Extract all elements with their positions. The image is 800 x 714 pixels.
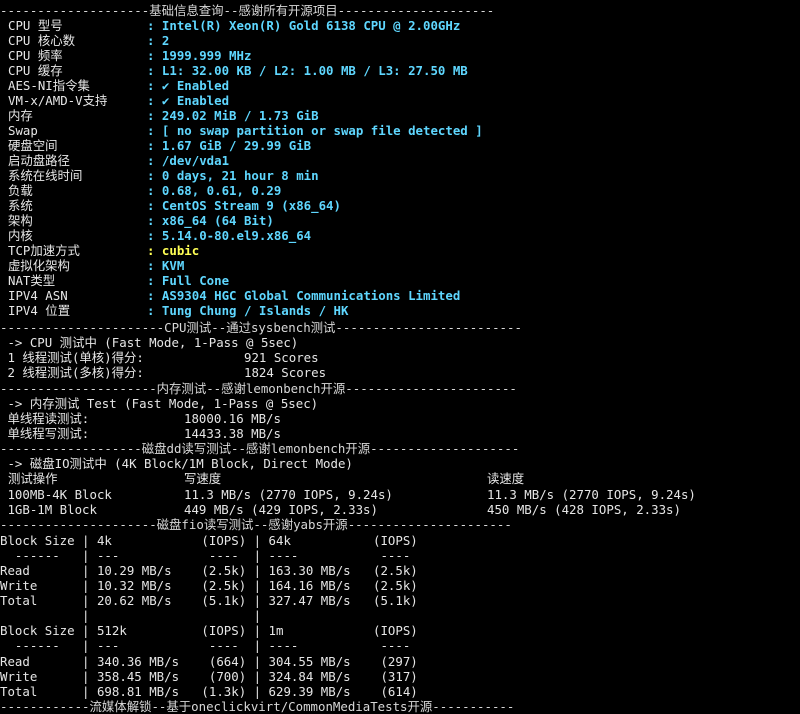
cpu-score-value: 1824 Scores	[244, 365, 327, 380]
info-label: 系统在线时间	[8, 168, 83, 183]
info-label: TCP加速方式	[8, 243, 80, 258]
info-label: AES-NI指令集	[8, 78, 90, 93]
dd-op: 100MB-4K Block	[0, 487, 112, 502]
fio-line: Read | 10.29 MB/s (2.5k) | 163.30 MB/s (…	[0, 563, 418, 578]
mem-test-header: ---------------------内存测试--感谢lemonbench开…	[0, 381, 517, 396]
fio-line: | |	[0, 608, 262, 623]
info-value: : KVM	[147, 258, 185, 273]
info-value: : 1999.999 MHz	[147, 48, 252, 63]
info-value: : 2	[147, 33, 170, 48]
fio-test-header: ---------------------磁盘fio读写测试--感谢yabs开源…	[0, 517, 512, 532]
basic-info-header: --------------------基础信息查询--感谢所有开源项目----…	[0, 3, 495, 18]
info-value: : Tung Chung / Islands / HK	[147, 303, 349, 318]
fio-line: Block Size | 4k (IOPS) | 64k (IOPS)	[0, 533, 418, 548]
info-label: 架构	[8, 213, 33, 228]
info-label: Swap	[8, 123, 38, 138]
info-value: : CentOS Stream 9 (x86_64)	[147, 198, 341, 213]
mem-test-label: 单线程读测试:	[0, 411, 90, 426]
cpu-test-mode: -> CPU 测试中 (Fast Mode, 1-Pass @ 5sec)	[0, 335, 299, 350]
mem-test-label: 单线程写测试:	[0, 426, 90, 441]
info-value: : ✔ Enabled	[147, 93, 230, 108]
info-value: : /dev/vda1	[147, 153, 230, 168]
info-value: : 0 days, 21 hour 8 min	[147, 168, 319, 183]
cpu-score-label: 1 线程测试(单核)得分:	[0, 350, 144, 365]
info-label: 虚拟化架构	[8, 258, 70, 273]
info-value: : 1.67 GiB / 29.99 GiB	[147, 138, 312, 153]
terminal-window[interactable]: --------------------基础信息查询--感谢所有开源项目----…	[0, 0, 800, 714]
fio-line: ------ | --- ---- | ---- ----	[0, 548, 411, 563]
cpu-score-label: 2 线程测试(多核)得分:	[0, 365, 144, 380]
fio-line: Write | 10.32 MB/s (2.5k) | 164.16 MB/s …	[0, 578, 418, 593]
cpu-test-header: ----------------------CPU测试--通过sysbench测…	[0, 320, 522, 335]
info-value: : 0.68, 0.61, 0.29	[147, 183, 282, 198]
dd-write: 449 MB/s (429 IOPS, 2.33s)	[184, 502, 378, 517]
info-value: : [ no swap partition or swap file detec…	[147, 123, 483, 138]
info-label: CPU 型号	[8, 18, 63, 33]
dd-col-op: 测试操作	[8, 471, 58, 486]
info-label: 内存	[8, 108, 33, 123]
dd-write: 11.3 MB/s (2770 IOPS, 9.24s)	[184, 487, 393, 502]
info-label: 硬盘空间	[8, 138, 58, 153]
info-value: : 5.14.0-80.el9.x86_64	[147, 228, 312, 243]
mem-test-mode: -> 内存测试 Test (Fast Mode, 1-Pass @ 5sec)	[0, 396, 319, 411]
info-label: CPU 频率	[8, 48, 63, 63]
cpu-score-value: 921 Scores	[244, 350, 319, 365]
info-value: : 249.02 MiB / 1.73 GiB	[147, 108, 319, 123]
info-label: 启动盘路径	[8, 153, 70, 168]
info-label: IPV4 ASN	[8, 288, 68, 303]
info-label: 内核	[8, 228, 33, 243]
fio-line: Read | 340.36 MB/s (664) | 304.55 MB/s (…	[0, 654, 418, 669]
fio-line: Total | 698.81 MB/s (1.3k) | 629.39 MB/s…	[0, 684, 418, 699]
info-label: VM-x/AMD-V支持	[8, 93, 108, 108]
dd-col-read: 读速度	[487, 471, 525, 486]
info-label: 系统	[8, 198, 33, 213]
info-label: 负载	[8, 183, 33, 198]
dd-op: 1GB-1M Block	[0, 502, 97, 517]
dd-test-mode: -> 磁盘IO测试中 (4K Block/1M Block, Direct Mo…	[0, 456, 353, 471]
dd-read: 11.3 MB/s (2770 IOPS, 9.24s)	[487, 487, 696, 502]
info-value: : x86_64 (64 Bit)	[147, 213, 274, 228]
info-value: : cubic	[147, 243, 200, 258]
info-label: CPU 核心数	[8, 33, 76, 48]
fio-line: Write | 358.45 MB/s (700) | 324.84 MB/s …	[0, 669, 418, 684]
info-label: NAT类型	[8, 273, 56, 288]
info-value: : AS9304 HGC Global Communications Limit…	[147, 288, 461, 303]
fio-line: Total | 20.62 MB/s (5.1k) | 327.47 MB/s …	[0, 593, 418, 608]
info-label: CPU 缓存	[8, 63, 63, 78]
info-label: IPV4 位置	[8, 303, 71, 318]
mem-test-value: 14433.38 MB/s	[184, 426, 281, 441]
info-value: : Intel(R) Xeon(R) Gold 6138 CPU @ 2.00G…	[147, 18, 461, 33]
dd-test-header: -------------------磁盘dd读写测试--感谢lemonbenc…	[0, 441, 520, 456]
fio-line: Block Size | 512k (IOPS) | 1m (IOPS)	[0, 623, 418, 638]
dd-col-write: 写速度	[184, 471, 222, 486]
info-value: : Full Cone	[147, 273, 230, 288]
info-value: : ✔ Enabled	[147, 78, 230, 93]
dd-read: 450 MB/s (428 IOPS, 2.33s)	[487, 502, 681, 517]
mem-test-value: 18000.16 MB/s	[184, 411, 281, 426]
fio-line: ------ | --- ---- | ---- ----	[0, 638, 411, 653]
info-value: : L1: 32.00 KB / L2: 1.00 MB / L3: 27.50…	[147, 63, 468, 78]
